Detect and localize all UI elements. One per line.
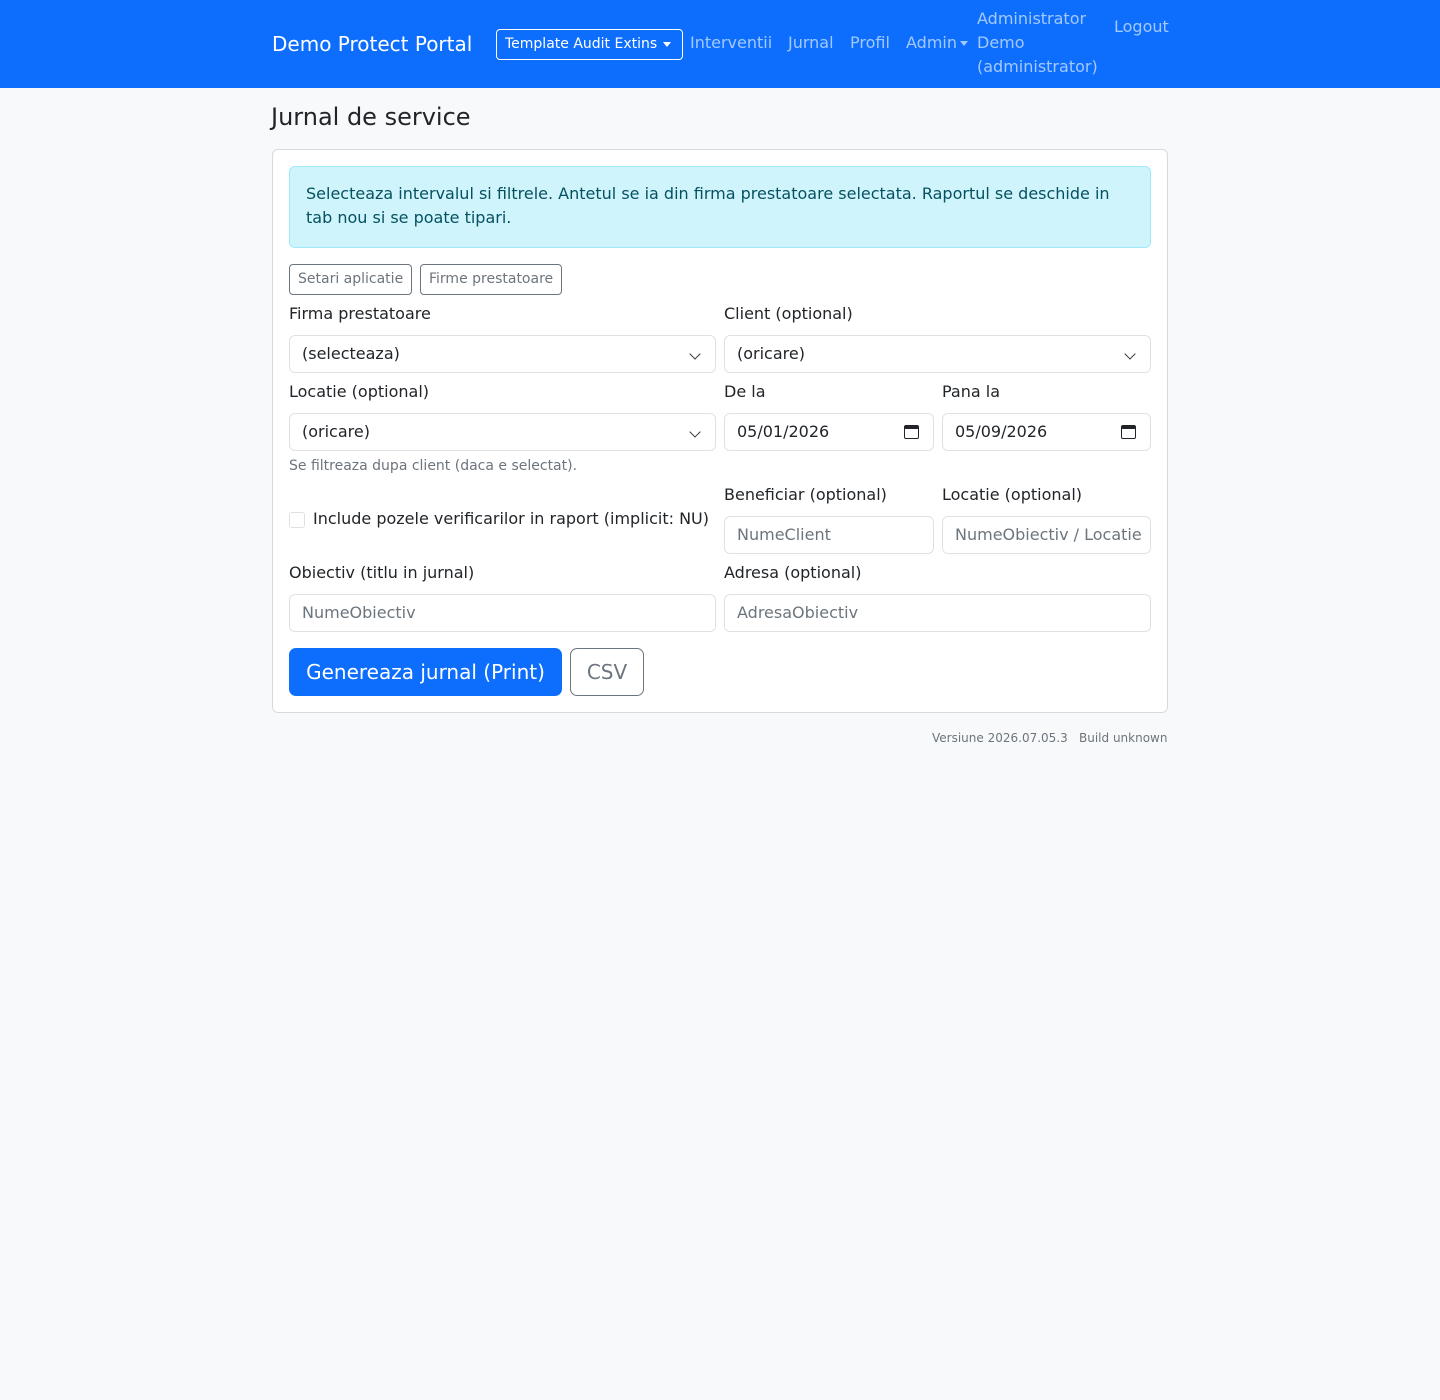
location2-placeholder: NumeObiectiv / Locatie [955, 525, 1142, 544]
to-date-value: 05/09/2026 [955, 422, 1048, 441]
location2-input[interactable]: NumeObiectiv / Locatie [942, 516, 1151, 554]
nav-link-profil[interactable]: Profil [850, 31, 890, 55]
location-select-value: (oricare) [302, 422, 370, 441]
include-photos-checkbox[interactable] [289, 512, 305, 528]
client-select[interactable]: (oricare) [724, 335, 1151, 373]
caret-down-icon [960, 41, 968, 46]
from-date-label: De la [724, 382, 766, 401]
client-label: Client (optional) [724, 304, 853, 323]
chevron-down-icon [689, 348, 701, 360]
version-text: Versiune 2026.07.05.3 [932, 731, 1068, 745]
user-role: (administrator) [977, 57, 1098, 76]
objective-placeholder: NumeObiectiv [302, 603, 416, 622]
address-label: Adresa (optional) [724, 563, 862, 582]
firm-label: Firma prestatoare [289, 304, 431, 323]
objective-label: Obiectiv (titlu in jurnal) [289, 563, 475, 582]
calendar-icon[interactable] [904, 425, 919, 439]
logout-link[interactable]: Logout [1114, 15, 1169, 39]
chevron-down-icon [689, 426, 701, 438]
top-navbar: Demo Protect Portal Template Audit Extin… [0, 0, 1440, 88]
build-text: Build unknown [1079, 731, 1168, 745]
location-help-text: Se filtreaza dupa client (daca e selecta… [289, 458, 578, 474]
user-info: Administrator Demo (administrator) [977, 7, 1107, 79]
objective-input[interactable]: NumeObiectiv [289, 594, 716, 632]
caret-down-icon [663, 41, 672, 47]
user-name-last: Demo [977, 33, 1025, 52]
generate-report-button[interactable]: Genereaza jurnal (Print) [289, 648, 562, 696]
csv-export-button[interactable]: CSV [570, 648, 644, 696]
location-label: Locatie (optional) [289, 382, 429, 401]
beneficiary-placeholder: NumeClient [737, 525, 831, 544]
to-date-label: Pana la [942, 382, 1001, 401]
settings-button[interactable]: Setari aplicatie [289, 264, 413, 295]
beneficiary-label: Beneficiar (optional) [724, 485, 887, 504]
template-dropdown[interactable]: Template Audit Extins [496, 29, 683, 60]
address-placeholder: AdresaObiectiv [737, 603, 859, 622]
from-date-value: 05/01/2026 [737, 422, 830, 441]
beneficiary-input[interactable]: NumeClient [724, 516, 934, 554]
template-dropdown-label: Template Audit Extins [505, 36, 658, 52]
user-name-first: Administrator [977, 9, 1087, 28]
from-date-input[interactable]: 05/01/2026 [724, 413, 934, 451]
firm-select[interactable]: (selecteaza) [289, 335, 716, 373]
client-select-value: (oricare) [737, 344, 805, 363]
firm-select-value: (selecteaza) [302, 344, 400, 363]
brand-link[interactable]: Demo Protect Portal [272, 30, 472, 58]
location2-label: Locatie (optional) [942, 485, 1082, 504]
nav-link-jurnal[interactable]: Jurnal [788, 31, 834, 55]
nav-link-interventii[interactable]: Interventii [690, 31, 772, 55]
address-input[interactable]: AdresaObiectiv [724, 594, 1151, 632]
nav-admin-label: Admin [906, 33, 957, 52]
page-title: Jurnal de service [271, 103, 471, 131]
firms-button[interactable]: Firme prestatoare [420, 264, 563, 295]
info-alert: Selecteaza intervalul si filtrele. Antet… [289, 166, 1151, 248]
nav-admin-dropdown[interactable]: Admin [906, 31, 968, 55]
calendar-icon[interactable] [1121, 425, 1136, 439]
chevron-down-icon [1124, 348, 1136, 360]
location-select[interactable]: (oricare) [289, 413, 716, 451]
to-date-input[interactable]: 05/09/2026 [942, 413, 1151, 451]
include-photos-label[interactable]: Include pozele verificarilor in raport (… [313, 507, 709, 531]
